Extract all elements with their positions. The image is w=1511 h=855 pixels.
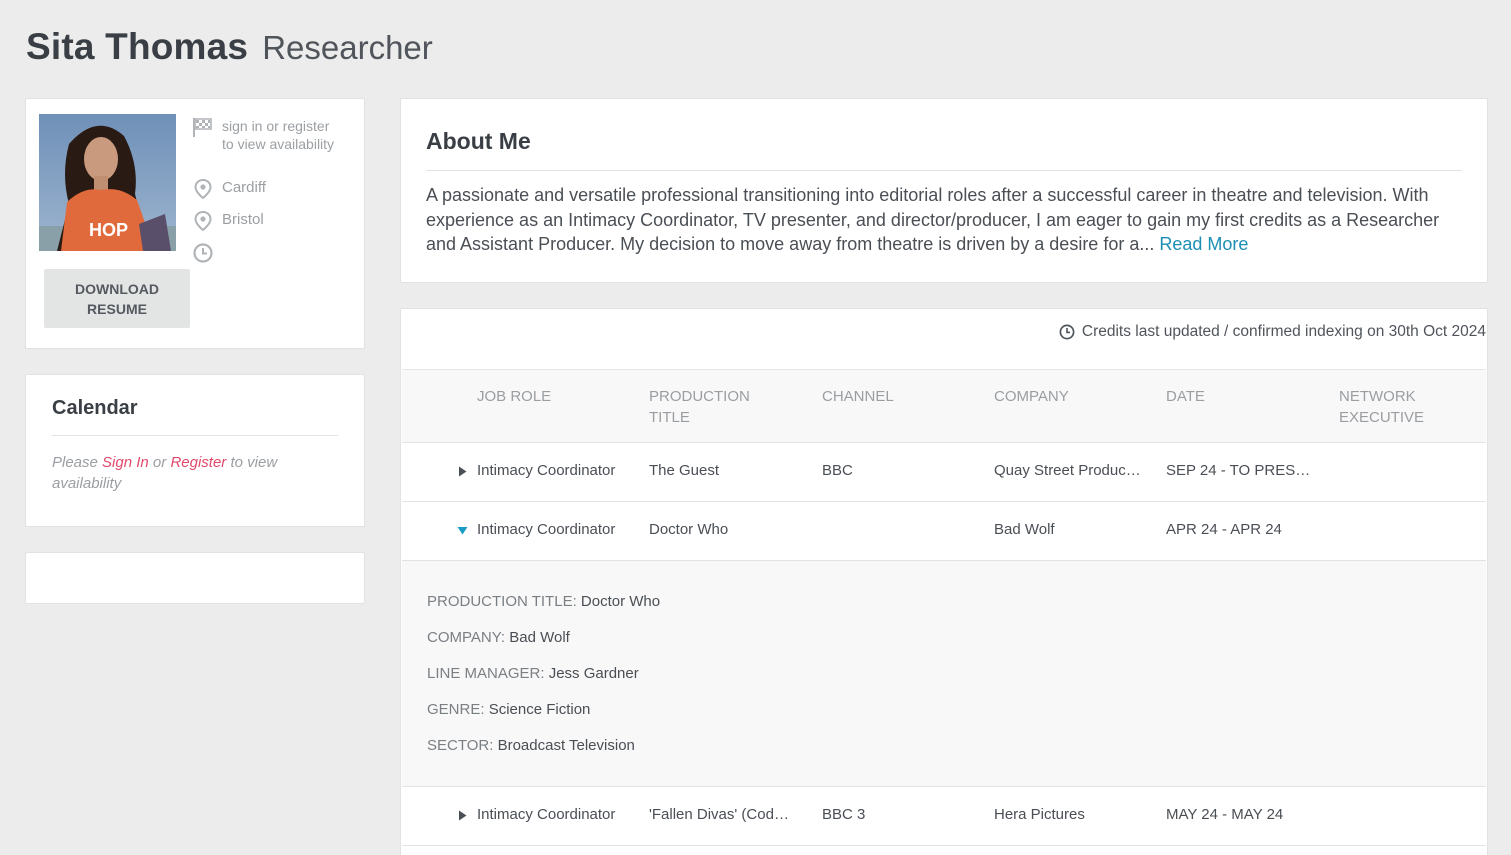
triangle-right-icon[interactable] (456, 465, 468, 477)
register-link[interactable]: Register (170, 454, 226, 471)
cell-company: Quay Street Productions (994, 462, 1144, 479)
page-header: Sita Thomas Researcher (26, 26, 433, 68)
detail-production-title: PRODUCTION TITLE: Doctor Who (427, 593, 661, 610)
cell-job-role: Intimacy Coordinator (477, 806, 616, 823)
cell-company: Bad Wolf (994, 521, 1055, 538)
detail-line-manager: LINE MANAGER: Jess Gardner (427, 665, 639, 682)
location-row-1: Cardiff (192, 178, 266, 199)
cell-channel: BBC (822, 462, 853, 479)
cell-date: SEP 24 - TO PRESENT (1166, 462, 1314, 479)
download-resume-button[interactable]: DOWNLOAD RESUME (44, 269, 190, 328)
cell-job-role: Intimacy Coordinator (477, 521, 616, 538)
availability-row: sign in or register to view availability (192, 117, 334, 153)
sign-in-link[interactable]: Sign In (102, 454, 149, 471)
cell-channel: BBC 3 (822, 806, 866, 823)
table-header: JOB ROLE PRODUCTION TITLE CHANNEL COMPAN… (402, 370, 1486, 443)
cell-production-title: Doctor Who (649, 521, 729, 538)
map-pin-icon (192, 178, 213, 199)
cell-date: MAY 24 - MAY 24 (1166, 806, 1284, 823)
column-header[interactable]: CHANNEL (822, 386, 972, 407)
flag-icon (192, 117, 213, 138)
profile-photo: HOP (39, 114, 176, 251)
detail-sector: SECTOR: Broadcast Television (427, 737, 635, 754)
cell-production-title: The Guest (649, 462, 720, 479)
triangle-down-icon[interactable] (456, 524, 468, 536)
divider (52, 435, 338, 436)
calendar-message: Please Sign In or Register to view avail… (52, 454, 278, 492)
detail-company: COMPANY: Bad Wolf (427, 629, 570, 646)
credits-updated: Credits last updated / confirmed indexin… (1059, 323, 1486, 341)
map-pin-icon (192, 210, 213, 231)
about-card: About Me A passionate and versatile prof… (400, 98, 1488, 283)
svg-text:HOP: HOP (89, 220, 128, 240)
cell-job-role: Intimacy Coordinator (477, 462, 616, 479)
column-header[interactable]: DATE (1166, 386, 1314, 407)
credits-card: Credits last updated / confirmed indexin… (400, 308, 1488, 855)
empty-card (25, 552, 365, 604)
clock-icon (192, 242, 213, 263)
cell-company: Hera Pictures (994, 806, 1085, 823)
credits-table: JOB ROLE PRODUCTION TITLE CHANNEL COMPAN… (402, 369, 1486, 846)
location-row-2: Bristol (192, 210, 264, 231)
time-row (192, 242, 213, 263)
calendar-card: Calendar Please Sign In or Register to v… (25, 374, 365, 527)
column-header[interactable]: NETWORK EXECUTIVE (1339, 386, 1479, 428)
about-title: About Me (426, 128, 531, 154)
detail-genre: GENRE: Science Fiction (427, 701, 591, 718)
availability-text[interactable]: sign in or register to view availability (222, 117, 334, 153)
triangle-right-icon[interactable] (456, 809, 468, 821)
calendar-title: Calendar (52, 397, 138, 419)
read-more-link[interactable]: Read More (1159, 234, 1248, 254)
column-header[interactable]: COMPANY (994, 386, 1144, 407)
cell-production-title: 'Fallen Divas' (Code Name) (649, 806, 794, 823)
about-text: A passionate and versatile professional … (426, 185, 1440, 254)
table-row[interactable]: Intimacy Coordinator 'Fallen Divas' (Cod… (402, 787, 1486, 846)
table-row[interactable]: Intimacy Coordinator Doctor Who Bad Wolf… (402, 502, 1486, 561)
column-header[interactable]: JOB ROLE (477, 386, 637, 407)
clock-icon (1059, 324, 1075, 340)
credit-detail-panel: PRODUCTION TITLE: Doctor Who COMPANY: Ba… (402, 561, 1486, 787)
location-text: Cardiff (222, 179, 266, 196)
divider (426, 170, 1462, 171)
profile-card: HOP sign in or register to view availabi… (25, 98, 365, 349)
location-text: Bristol (222, 211, 264, 228)
table-row[interactable]: Intimacy Coordinator The Guest BBC Quay … (402, 443, 1486, 502)
profile-role: Researcher (262, 29, 433, 66)
cell-date: APR 24 - APR 24 (1166, 521, 1282, 538)
column-header[interactable]: PRODUCTION TITLE (649, 386, 794, 428)
profile-name: Sita Thomas (26, 26, 249, 67)
